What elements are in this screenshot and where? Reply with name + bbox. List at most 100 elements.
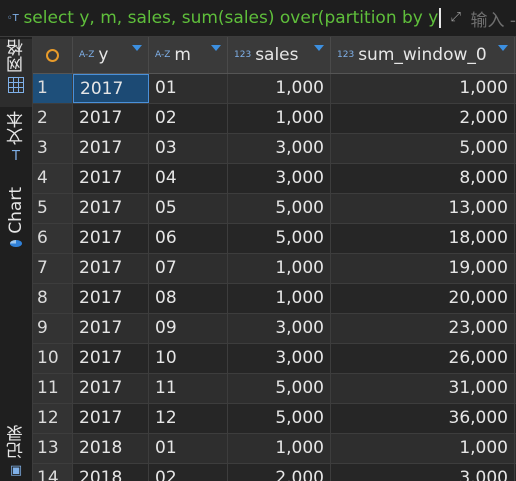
cell-y[interactable]: 2017 [73, 134, 149, 163]
table-row[interactable]: 5 2017 05 5,000 13,000 [33, 194, 516, 224]
cell-sum-window[interactable]: 3,000 [331, 464, 515, 481]
cell-sales[interactable]: 1,000 [228, 104, 331, 133]
cell-sales[interactable]: 5,000 [228, 224, 331, 253]
cell-y[interactable]: 2017 [73, 74, 149, 103]
row-number[interactable]: 10 [33, 344, 73, 373]
cell-m[interactable]: 07 [149, 254, 228, 283]
cell-m[interactable]: 06 [149, 224, 228, 253]
tab-record[interactable]: 记录 ▣ [0, 425, 32, 481]
cell-sales[interactable]: 3,000 [228, 314, 331, 343]
row-number[interactable]: 8 [33, 284, 73, 313]
row-number[interactable]: 1 [33, 74, 73, 103]
cell-sales[interactable]: 5,000 [228, 404, 331, 433]
cell-sales[interactable]: 1,000 [228, 434, 331, 463]
row-number[interactable]: 12 [33, 404, 73, 433]
row-number-header[interactable] [33, 37, 73, 73]
filter-input-hint[interactable]: 输入 - [470, 6, 516, 31]
table-row[interactable]: 14 2018 02 2,000 3,000 [33, 464, 516, 481]
sort-arrow-icon[interactable] [132, 45, 142, 51]
cell-sales[interactable]: 3,000 [228, 344, 331, 373]
cell-sum-window[interactable]: 1,000 [331, 434, 515, 463]
row-number[interactable]: 5 [33, 194, 73, 223]
table-row[interactable]: 4 2017 04 3,000 8,000 [33, 164, 516, 194]
cell-sales[interactable]: 5,000 [228, 194, 331, 223]
cell-sales[interactable]: 3,000 [228, 134, 331, 163]
cell-sum-window[interactable]: 19,000 [331, 254, 515, 283]
cell-y[interactable]: 2017 [73, 344, 149, 373]
cell-sales[interactable]: 1,000 [228, 284, 331, 313]
tab-grid[interactable]: 网格 [0, 39, 32, 107]
tab-chart[interactable]: Chart [0, 187, 32, 247]
table-row[interactable]: 8 2017 08 1,000 20,000 [33, 284, 516, 314]
cell-y[interactable]: 2017 [73, 164, 149, 193]
table-row[interactable]: 7 2017 07 1,000 19,000 [33, 254, 516, 284]
table-row[interactable]: 3 2017 03 3,000 5,000 [33, 134, 516, 164]
cell-sum-window[interactable]: 1,000 [331, 74, 515, 103]
cell-m[interactable]: 10 [149, 344, 228, 373]
cell-sales[interactable]: 3,000 [228, 164, 331, 193]
cell-y[interactable]: 2017 [73, 284, 149, 313]
cell-y[interactable]: 2017 [73, 374, 149, 403]
sort-arrow-icon[interactable] [211, 45, 221, 51]
cell-sum-window[interactable]: 5,000 [331, 134, 515, 163]
cell-sales[interactable]: 5,000 [228, 374, 331, 403]
row-number[interactable]: 3 [33, 134, 73, 163]
cell-m[interactable]: 12 [149, 404, 228, 433]
cell-sum-window[interactable]: 20,000 [331, 284, 515, 313]
cell-m[interactable]: 05 [149, 194, 228, 223]
cell-m[interactable]: 02 [149, 464, 228, 481]
column-header-m[interactable]: A-Z m [149, 37, 228, 73]
cell-sales[interactable]: 1,000 [228, 254, 331, 283]
cell-m[interactable]: 08 [149, 284, 228, 313]
filter-query-input[interactable]: select y, m, sales, sum(sales) over(part… [23, 8, 441, 28]
table-row[interactable]: 12 2017 12 5,000 36,000 [33, 404, 516, 434]
row-number[interactable]: 13 [33, 434, 73, 463]
cell-m[interactable]: 02 [149, 104, 228, 133]
expand-icon[interactable]: ⤢ [447, 9, 465, 27]
cell-m[interactable]: 03 [149, 134, 228, 163]
cell-y[interactable]: 2017 [73, 254, 149, 283]
row-number[interactable]: 6 [33, 224, 73, 253]
cell-m[interactable]: 11 [149, 374, 228, 403]
table-row[interactable]: 6 2017 06 5,000 18,000 [33, 224, 516, 254]
cell-m[interactable]: 04 [149, 164, 228, 193]
cell-y[interactable]: 2017 [73, 194, 149, 223]
cell-sum-window[interactable]: 31,000 [331, 374, 515, 403]
cell-y[interactable]: 2017 [73, 104, 149, 133]
cell-y[interactable]: 2018 [73, 464, 149, 481]
sort-arrow-icon[interactable] [314, 45, 324, 51]
row-number[interactable]: 11 [33, 374, 73, 403]
cell-m[interactable]: 01 [149, 74, 228, 103]
cell-sales[interactable]: 2,000 [228, 464, 331, 481]
tab-text[interactable]: 文本 T [0, 111, 32, 185]
cell-y[interactable]: 2017 [73, 224, 149, 253]
cell-sum-window[interactable]: 23,000 [331, 314, 515, 343]
table-row[interactable]: 1 2017 01 1,000 1,000 [33, 74, 516, 104]
column-header-y[interactable]: A-Z y [73, 37, 149, 73]
cell-sum-window[interactable]: 26,000 [331, 344, 515, 373]
table-row[interactable]: 2 2017 02 1,000 2,000 [33, 104, 516, 134]
cell-sum-window[interactable]: 8,000 [331, 164, 515, 193]
cell-sum-window[interactable]: 2,000 [331, 104, 515, 133]
row-number[interactable]: 14 [33, 464, 73, 481]
row-number[interactable]: 7 [33, 254, 73, 283]
cell-y[interactable]: 2017 [73, 314, 149, 343]
table-row[interactable]: 13 2018 01 1,000 1,000 [33, 434, 516, 464]
cell-sales[interactable]: 1,000 [228, 74, 331, 103]
cell-sum-window[interactable]: 36,000 [331, 404, 515, 433]
cell-sum-window[interactable]: 13,000 [331, 194, 515, 223]
column-header-sum-window[interactable]: 123 sum_window_0 [331, 37, 515, 73]
row-number[interactable]: 9 [33, 314, 73, 343]
table-row[interactable]: 11 2017 11 5,000 31,000 [33, 374, 516, 404]
cell-m[interactable]: 09 [149, 314, 228, 343]
cell-y[interactable]: 2018 [73, 434, 149, 463]
sort-arrow-icon[interactable] [498, 45, 508, 51]
cell-m[interactable]: 01 [149, 434, 228, 463]
table-row[interactable]: 10 2017 10 3,000 26,000 [33, 344, 516, 374]
cell-sum-window[interactable]: 18,000 [331, 224, 515, 253]
row-number[interactable]: 4 [33, 164, 73, 193]
cell-y[interactable]: 2017 [73, 404, 149, 433]
table-row[interactable]: 9 2017 09 3,000 23,000 [33, 314, 516, 344]
row-number[interactable]: 2 [33, 104, 73, 133]
column-header-sales[interactable]: 123 sales [228, 37, 331, 73]
